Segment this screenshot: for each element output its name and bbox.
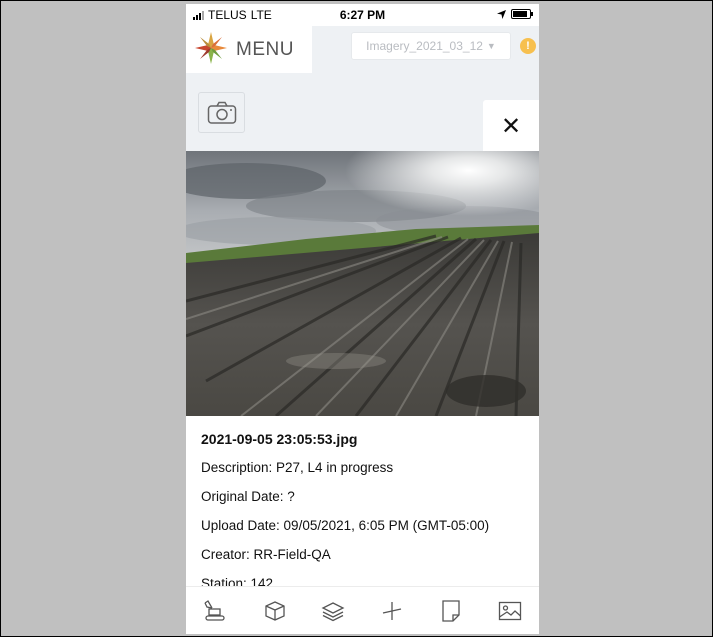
field-photo-image (186, 151, 539, 416)
cube-icon (265, 601, 285, 621)
status-time: 6:27 PM (339, 8, 386, 22)
status-bar: TELUS LTE 6:27 PM (186, 4, 539, 26)
imagery-select-value: Imagery_2021_03_12 (366, 39, 483, 53)
location-arrow-icon (497, 9, 506, 19)
phone-screen: TELUS LTE 6:27 PM MENU Imagery_2021_03_1… (186, 4, 539, 634)
camera-icon (207, 101, 236, 124)
image-icon (498, 601, 522, 621)
warning-icon[interactable]: ! (520, 38, 536, 54)
layers-tool-button[interactable] (320, 598, 346, 624)
document-tool-button[interactable] (438, 598, 464, 624)
photo-description: Description: P27, L4 in progress (201, 460, 394, 475)
caret-down-icon: ▼ (486, 41, 496, 51)
photo-info-panel: 2021-09-05 23:05:53.jpg Description: P27… (186, 416, 539, 608)
field-photo (186, 151, 539, 416)
cube-tool-button[interactable] (262, 598, 288, 624)
measure-icon (382, 602, 402, 620)
layers-icon (321, 602, 345, 622)
photo-original-date: Original Date: ? (201, 489, 295, 504)
imagery-select[interactable]: Imagery_2021_03_12 ▼ (351, 32, 511, 60)
app-area: MENU Imagery_2021_03_12 ▼ ! ✕ 2021-09-05… (186, 26, 539, 608)
camera-button[interactable] (198, 92, 245, 133)
close-button[interactable]: ✕ (483, 100, 539, 152)
photo-upload-date: Upload Date: 09/05/2021, 6:05 PM (GMT-05… (201, 518, 490, 533)
status-right (497, 9, 533, 19)
photo-creator: Creator: RR-Field-QA (201, 547, 331, 562)
menu-button[interactable]: MENU (186, 26, 312, 73)
menu-label: MENU (236, 39, 294, 60)
measure-tool-button[interactable] (379, 598, 405, 624)
image-tool-button[interactable] (497, 598, 523, 624)
photo-filename: 2021-09-05 23:05:53.jpg (201, 431, 358, 447)
app-logo-icon (195, 32, 227, 64)
excavator-icon (204, 600, 225, 621)
document-icon (442, 600, 460, 622)
bottom-toolbar (186, 586, 539, 634)
excavator-tool-button[interactable] (202, 598, 228, 624)
battery-icon (511, 9, 533, 19)
